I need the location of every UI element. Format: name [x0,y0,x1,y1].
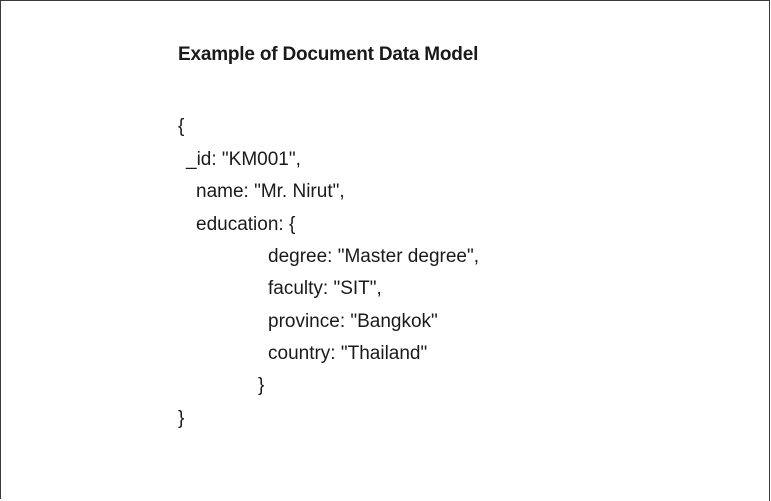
code-line-name: name: "Mr. Nirut", [196,181,345,202]
code-line-education: education: { [196,214,296,235]
frame-border-right [769,0,770,501]
code-line-province: province: "Bangkok" [268,311,438,332]
code-line-degree: degree: "Master degree", [268,246,479,267]
code-line-open-brace: { [178,116,185,137]
code-line-country: country: "Thailand" [268,343,428,364]
code-line-id: _id: "KM001", [186,149,301,170]
code-line-close-brace: } [178,408,185,429]
document-title: Example of Document Data Model [178,44,479,65]
code-line-inner-close-brace: } [258,375,265,396]
code-line-faculty: faculty: "SIT", [268,278,382,299]
